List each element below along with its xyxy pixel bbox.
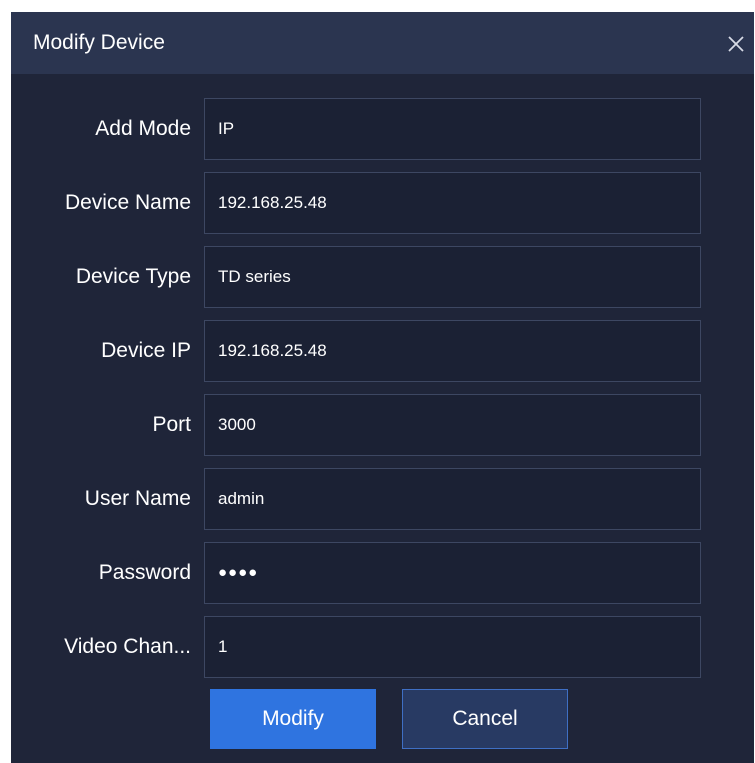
form-row-port: Port 3000 (11, 394, 754, 456)
user-name-field[interactable]: admin (204, 468, 701, 530)
form-row-device-name: Device Name 192.168.25.48 (11, 172, 754, 234)
close-button[interactable] (716, 24, 754, 62)
video-channel-label: Video Chan... (64, 635, 191, 658)
device-name-field[interactable]: 192.168.25.48 (204, 172, 701, 234)
port-field[interactable]: 3000 (204, 394, 701, 456)
dialog-titlebar: Modify Device (11, 12, 754, 74)
form-row-device-ip: Device IP 192.168.25.48 (11, 320, 754, 382)
add-mode-label: Add Mode (95, 117, 191, 140)
device-type-field[interactable]: TD series (204, 246, 701, 308)
form-row-video-channel: Video Chan... 1 (11, 616, 754, 678)
cancel-button[interactable]: Cancel (402, 689, 568, 749)
form-row-device-type: Device Type TD series (11, 246, 754, 308)
password-label: Password (98, 561, 191, 584)
modify-device-dialog: Modify Device Add Mode IP Device Name 19… (11, 12, 754, 763)
password-field[interactable]: ●●●● (204, 542, 701, 604)
dialog-title: Modify Device (33, 31, 165, 54)
device-ip-label: Device IP (101, 339, 191, 362)
form-row-add-mode: Add Mode IP (11, 98, 754, 160)
modify-button[interactable]: Modify (210, 689, 376, 749)
form-row-user-name: User Name admin (11, 468, 754, 530)
device-name-label: Device Name (64, 191, 191, 214)
add-mode-field[interactable]: IP (204, 98, 701, 160)
user-name-label: User Name (84, 487, 191, 510)
close-icon (728, 36, 744, 52)
device-type-label: Device Type (75, 265, 191, 288)
video-channel-field[interactable]: 1 (204, 616, 701, 678)
port-label: Port (152, 413, 191, 436)
device-ip-field[interactable]: 192.168.25.48 (204, 320, 701, 382)
form-row-password: Password ●●●● (11, 542, 754, 604)
